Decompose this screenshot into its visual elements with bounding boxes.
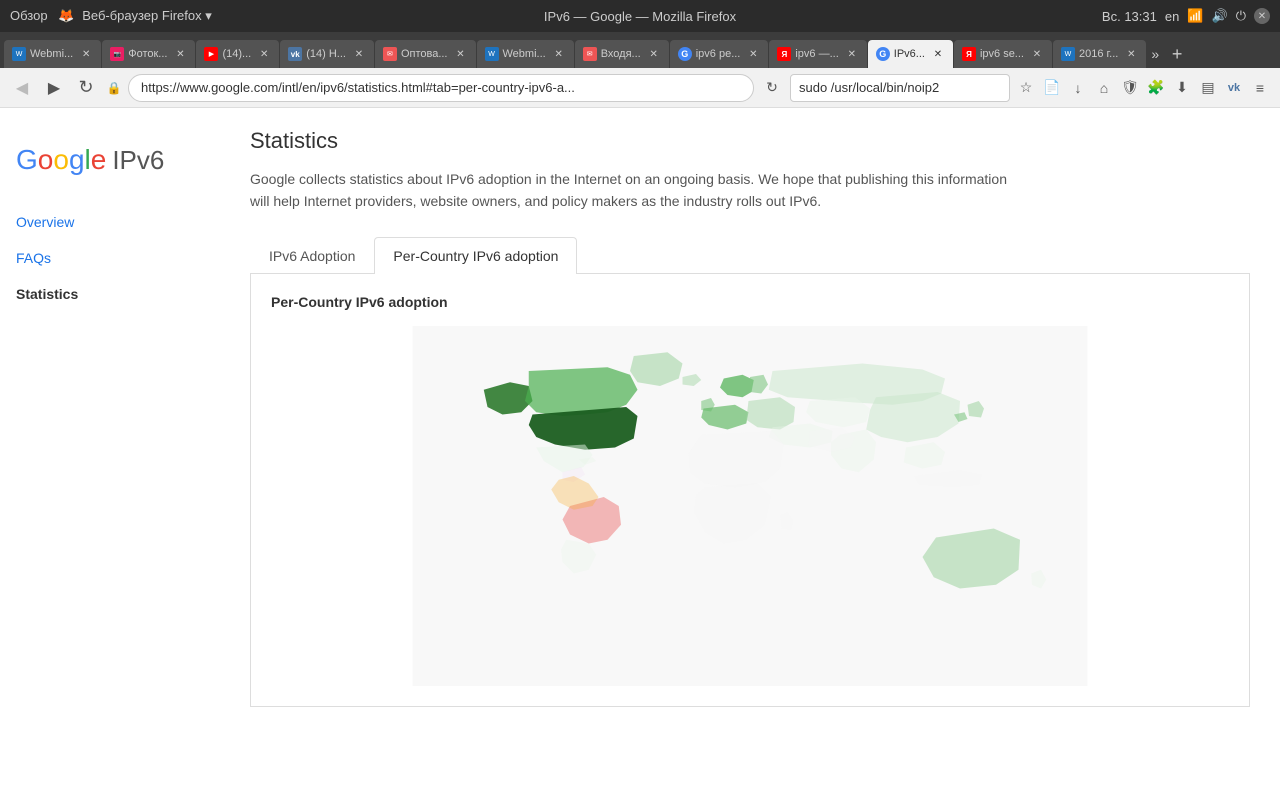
tab-close-ipv6ya[interactable]: ✕ — [845, 47, 859, 61]
content-tabs: IPv6 Adoption Per-Country IPv6 adoption — [250, 237, 1250, 274]
forward-button[interactable]: ▶ — [40, 74, 68, 102]
lock-icon: 🔒 — [104, 78, 124, 98]
os-label: Обзор 🦊 Веб-браузер Firefox ▾ — [10, 8, 212, 24]
favicon-vk: vk — [288, 47, 302, 61]
favicon-wm3: W — [1061, 47, 1075, 61]
wifi-icon: 📶 — [1187, 8, 1203, 24]
tab-vk[interactable]: vk (14) Н... ✕ — [280, 40, 374, 68]
tab-2016[interactable]: W 2016 г... ✕ — [1053, 40, 1146, 68]
title-bar-controls: Вс. 13:31 en 📶 🔊 ⏻ ✕ — [1102, 8, 1270, 24]
reload-button[interactable]: ↻ — [72, 74, 100, 102]
reload-url-button[interactable]: ↻ — [758, 74, 786, 102]
update-button[interactable]: ⬇ — [1170, 76, 1194, 100]
tab-ipv6-active[interactable]: G IPv6... ✕ — [868, 40, 953, 68]
home-button[interactable]: ⌂ — [1092, 76, 1116, 100]
favicon-fotok: 📷 — [110, 47, 124, 61]
power-icon: ⏻ — [1236, 8, 1246, 24]
favicon-mail1: ✉ — [383, 47, 397, 61]
back-button[interactable]: ◀ — [8, 74, 36, 102]
tab-ipv6-adoption[interactable]: IPv6 Adoption — [250, 237, 374, 274]
page-title: Statistics — [250, 128, 1250, 154]
tab-fotok[interactable]: 📷 Фоток... ✕ — [102, 40, 195, 68]
content-panel: Per-Country IPv6 adoption — [250, 274, 1250, 707]
datetime-label: Вс. 13:31 — [1102, 9, 1157, 24]
main-content: Statistics Google collects statistics ab… — [220, 108, 1280, 800]
tab-close-yt[interactable]: ✕ — [257, 47, 271, 61]
world-map-svg — [271, 326, 1229, 686]
favicon-ya2: Я — [962, 47, 976, 61]
navigation-bar: ◀ ▶ ↻ 🔒 ↻ ☆ 📄 ↓ ⌂ 🛡 🧩 ⬇ ▤ vk ≡ — [0, 68, 1280, 108]
nav-icon-group: ☆ 📄 ↓ ⌂ 🛡 🧩 ⬇ ▤ vk ≡ — [1014, 76, 1272, 100]
new-tab-button[interactable]: + — [1163, 40, 1191, 68]
search-input[interactable] — [790, 74, 1010, 102]
tab-close-webmi1[interactable]: ✕ — [79, 47, 93, 61]
tab-close-vk[interactable]: ✕ — [352, 47, 366, 61]
tab-close-optova[interactable]: ✕ — [454, 47, 468, 61]
tab-ipv6re[interactable]: G ipv6 ре... ✕ — [670, 40, 769, 68]
tab-inbox[interactable]: ✉ Входя... ✕ — [575, 40, 669, 68]
tab-ipv6se[interactable]: Я ipv6 se... ✕ — [954, 40, 1052, 68]
favicon-mail2: ✉ — [583, 47, 597, 61]
favicon-ya1: Я — [777, 47, 791, 61]
tab-overflow-button[interactable]: » — [1147, 40, 1163, 68]
tab-close-ipv6re[interactable]: ✕ — [746, 47, 760, 61]
favicon-webmi2: W — [485, 47, 499, 61]
favicon-g1: G — [678, 47, 692, 61]
sidebar-statistics-active: Statistics — [16, 286, 204, 302]
vk-button[interactable]: vk — [1222, 76, 1246, 100]
url-bar[interactable] — [128, 74, 754, 102]
favicon-g2: G — [876, 47, 890, 61]
window-close-button[interactable]: ✕ — [1254, 8, 1270, 24]
sidebar-overview-link[interactable]: Overview — [16, 214, 204, 230]
page-description: Google collects statistics about IPv6 ad… — [250, 168, 1030, 213]
reader-view-button[interactable]: 📄 — [1040, 76, 1064, 100]
tab-webmi2[interactable]: W Webmi... ✕ — [477, 40, 574, 68]
tab-yt[interactable]: ▶ (14)... ✕ — [196, 40, 279, 68]
tab-close-fotok[interactable]: ✕ — [173, 47, 187, 61]
lang-selector[interactable]: en — [1165, 9, 1179, 24]
window-title: IPv6 — Google — Mozilla Firefox — [544, 9, 736, 24]
tab-close-ipv6-active[interactable]: ✕ — [931, 47, 945, 61]
tab-close-ipv6se[interactable]: ✕ — [1030, 47, 1044, 61]
title-bar: Обзор 🦊 Веб-браузер Firefox ▾ IPv6 — Goo… — [0, 0, 1280, 32]
download-button[interactable]: ↓ — [1066, 76, 1090, 100]
tab-per-country[interactable]: Per-Country IPv6 adoption — [374, 237, 577, 274]
favicon-yt: ▶ — [204, 47, 218, 61]
menu-button[interactable]: ≡ — [1248, 76, 1272, 100]
tab-optova[interactable]: ✉ Оптова... ✕ — [375, 40, 476, 68]
panel-title: Per-Country IPv6 adoption — [271, 294, 1229, 310]
extensions-button[interactable]: 🧩 — [1144, 76, 1168, 100]
favicon-webmi1: W — [12, 47, 26, 61]
tab-bar: W Webmi... ✕ 📷 Фоток... ✕ ▶ (14)... ✕ vk… — [0, 32, 1280, 68]
bookmark-star-button[interactable]: ☆ — [1014, 76, 1038, 100]
google-ipv6-logo: Google IPv6 — [16, 128, 204, 184]
shield-button[interactable]: 🛡 — [1118, 76, 1142, 100]
tab-ipv6ya[interactable]: Я ipv6 —... ✕ — [769, 40, 866, 68]
tab-webmi1[interactable]: W Webmi... ✕ — [4, 40, 101, 68]
tab-close-inbox[interactable]: ✕ — [647, 47, 661, 61]
world-map — [271, 326, 1229, 686]
tab-close-2016[interactable]: ✕ — [1124, 47, 1138, 61]
page-container: Google IPv6 Overview FAQs Statistics Sta… — [0, 108, 1280, 800]
volume-icon: 🔊 — [1212, 8, 1228, 24]
sidebar: Google IPv6 Overview FAQs Statistics — [0, 108, 220, 800]
sidebar-faqs-link[interactable]: FAQs — [16, 250, 204, 266]
tab-close-webmi2[interactable]: ✕ — [552, 47, 566, 61]
sidebar-button[interactable]: ▤ — [1196, 76, 1220, 100]
